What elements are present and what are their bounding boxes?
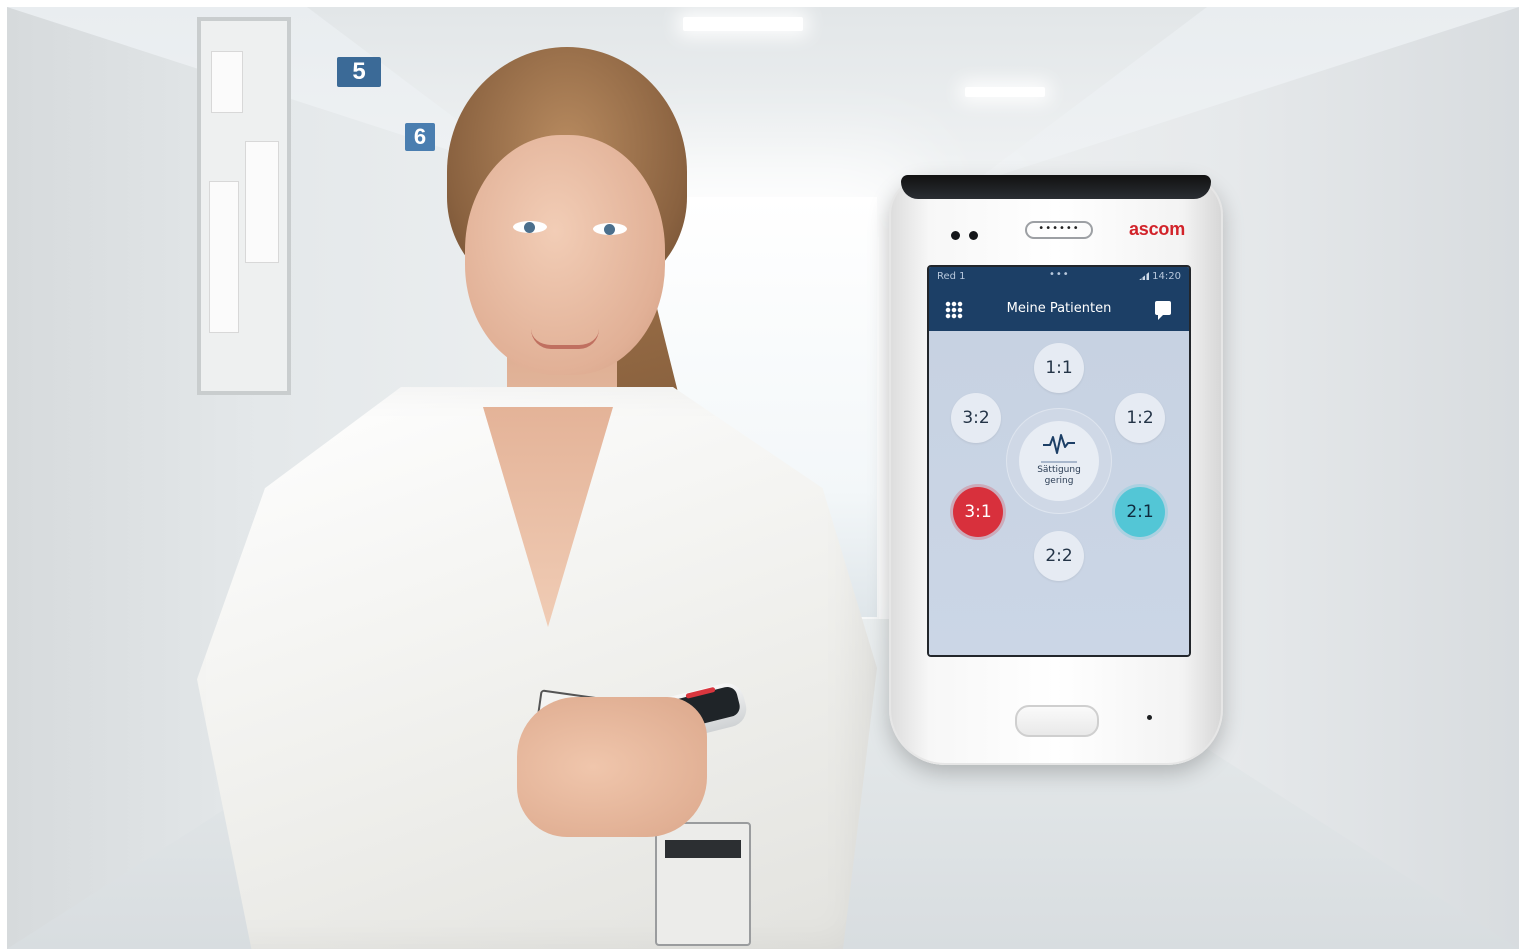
status-bar: Red 1 ••• 14:20: [929, 267, 1189, 289]
smartphone: •••••• ascom Red 1 ••• 14:20 Meine Patie…: [889, 175, 1223, 765]
patient-node-3-1[interactable]: 3:1: [953, 487, 1003, 537]
alert-text-line2: gering: [1044, 476, 1074, 486]
hub-divider: [1041, 461, 1077, 463]
speaker-grille: ••••••: [1025, 221, 1093, 239]
clock: 14:20: [1152, 271, 1181, 282]
nurse-eye-right: [593, 223, 627, 235]
status-dots: •••: [1049, 269, 1070, 280]
nurse-face: [465, 135, 665, 375]
ceiling-light: [683, 17, 803, 31]
signal-icon: [1139, 272, 1150, 280]
alert-text-line1: Sättigung: [1037, 465, 1081, 475]
carrier-label: Red 1: [937, 271, 966, 282]
app-bar: Meine Patienten: [929, 289, 1189, 331]
alert-text: Sättigung gering: [1019, 465, 1099, 487]
home-button[interactable]: [1015, 705, 1099, 737]
brand-logo: ascom: [1129, 219, 1186, 239]
camera-dot: [951, 231, 960, 240]
nurse-eye-left: [513, 221, 547, 233]
heartbeat-icon: [1043, 434, 1075, 454]
patient-node-2-1[interactable]: 2:1: [1115, 487, 1165, 537]
photo-scene: 5 6 CATH... IE •••••• ascom Red 1 •••: [7, 7, 1519, 949]
alert-hub[interactable]: Sättigung gering: [1019, 421, 1099, 501]
camera-dot: [969, 231, 978, 240]
phone-top-cap: [901, 175, 1211, 199]
proximity-sensor: [1147, 715, 1152, 720]
ceiling-light: [965, 87, 1045, 97]
status-right: 14:20: [1139, 271, 1181, 282]
nurse-smile: [531, 329, 599, 349]
id-card: [655, 822, 751, 946]
patient-node-1-1[interactable]: 1:1: [1034, 343, 1084, 393]
page-title: Meine Patienten: [1006, 301, 1112, 316]
patient-node-3-2[interactable]: 3:2: [951, 393, 1001, 443]
nurse: CATH... IE: [197, 47, 877, 949]
patient-node-2-2[interactable]: 2:2: [1034, 531, 1084, 581]
patient-node-1-2[interactable]: 1:2: [1115, 393, 1165, 443]
patient-map: Sättigung gering 1:1 1:2 2:1 2:2 3:1 3:2: [929, 331, 1189, 655]
message-icon[interactable]: [1155, 301, 1171, 320]
phone-screen: Red 1 ••• 14:20 Meine Patienten Sättigun…: [927, 265, 1191, 657]
nurse-hand: [517, 697, 707, 837]
